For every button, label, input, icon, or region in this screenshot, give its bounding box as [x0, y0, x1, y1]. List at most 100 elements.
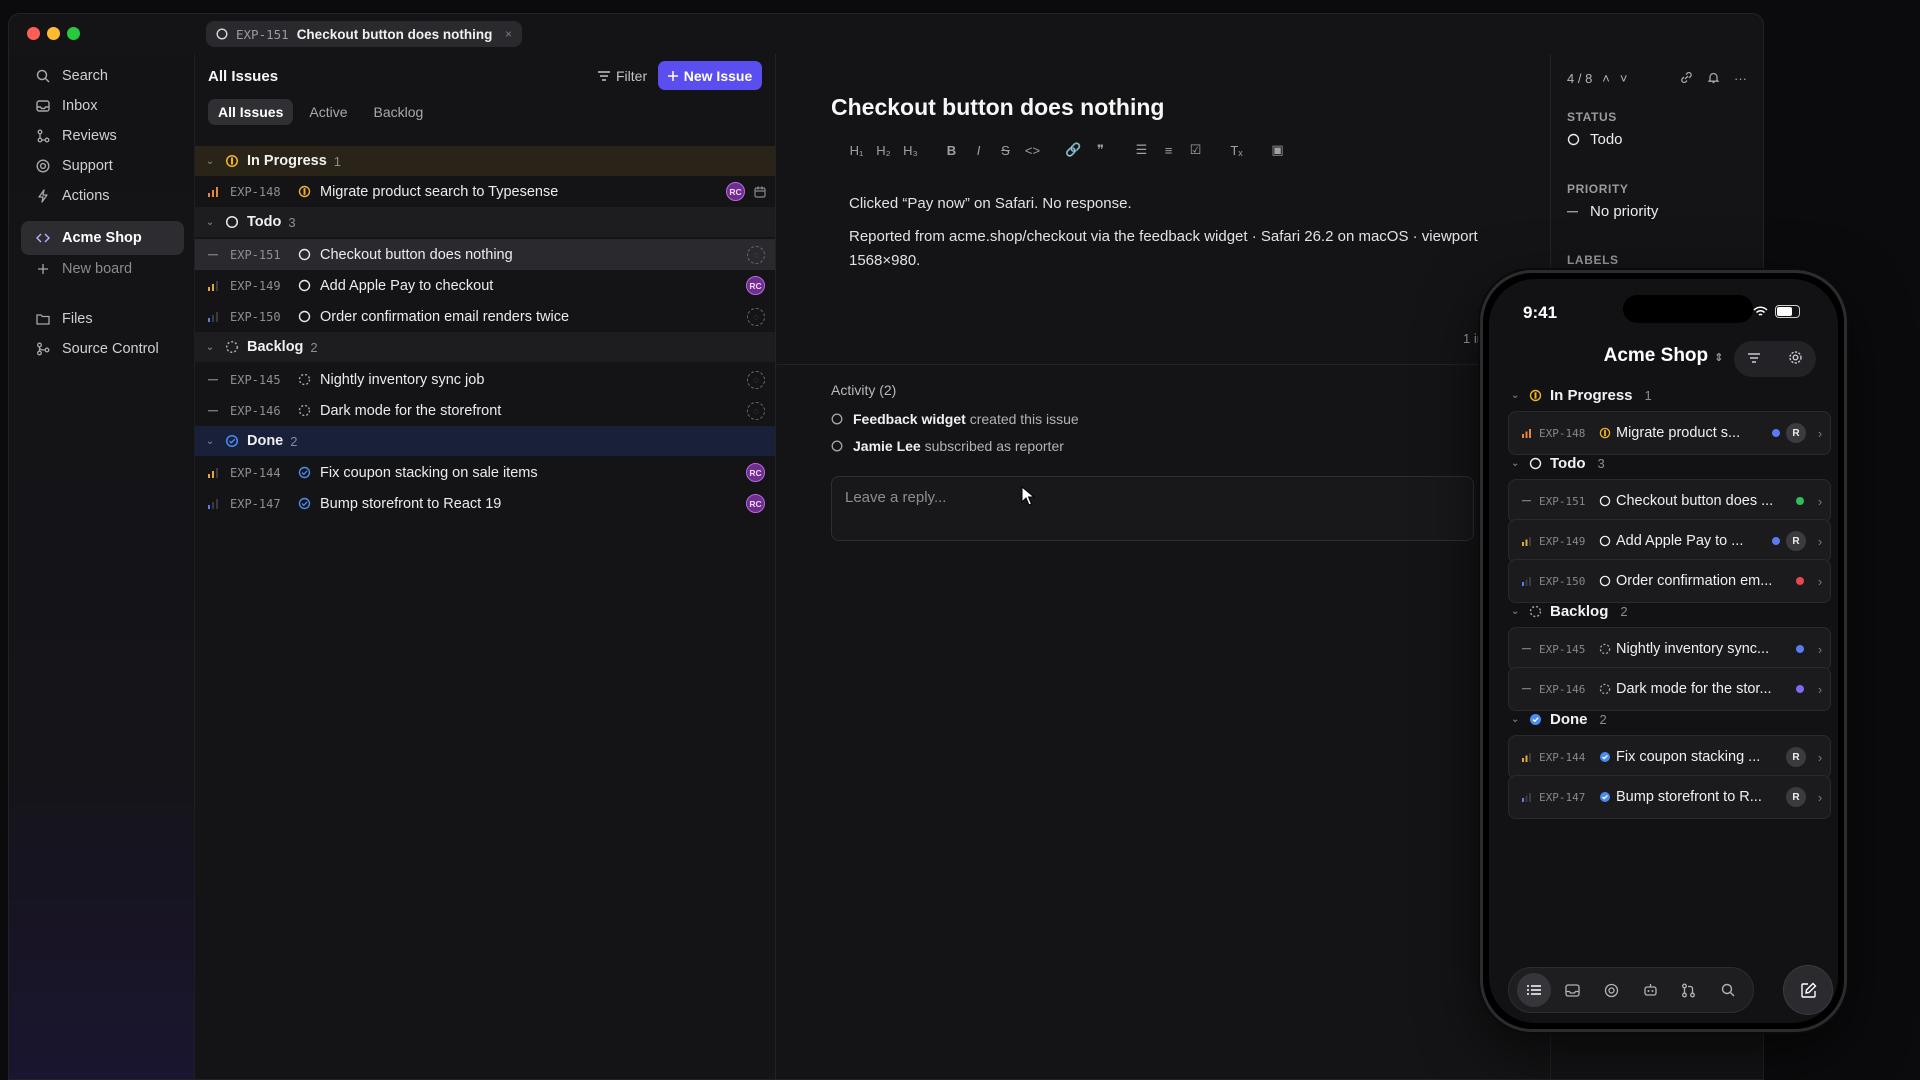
chevron-up-icon[interactable]: ˄ — [1602, 71, 1610, 86]
status-label: STATUS — [1567, 110, 1617, 124]
chevron-down-icon: ⌄ — [1511, 713, 1520, 725]
subtab-backlog[interactable]: Backlog — [364, 99, 434, 125]
done-status-icon — [1599, 791, 1616, 803]
calendar-icon[interactable] — [745, 186, 775, 198]
issue-row[interactable]: EXP-151 Checkout button does nothing ◌ — [195, 239, 775, 270]
priority-medium-icon — [195, 467, 230, 478]
issue-title-heading[interactable]: Checkout button does nothing — [831, 94, 1164, 121]
todo-status-icon — [1599, 575, 1616, 587]
priority-value[interactable]: No priority — [1567, 203, 1658, 220]
phone-group-backlog[interactable]: ⌄ Backlog 2 — [1511, 599, 1628, 623]
git-pull-request-icon[interactable] — [1672, 973, 1706, 1007]
more-icon[interactable]: ··· — [1734, 71, 1747, 87]
backlog-status-icon — [298, 373, 320, 386]
link-icon[interactable] — [1680, 71, 1693, 87]
gear-icon[interactable] — [1788, 350, 1803, 369]
filter-list-icon[interactable] — [1747, 351, 1761, 368]
issue-row[interactable]: EXP-144 Fix coupon stacking on sale item… — [195, 457, 775, 488]
unassigned-avatar-icon[interactable]: ◌ — [747, 370, 765, 389]
group-done[interactable]: ⌄ Done 2 — [195, 426, 775, 456]
phone-issue-row[interactable]: EXP-149 Add Apple Pay to ... R › — [1508, 519, 1831, 563]
issue-description[interactable]: Clicked “Pay now” on Safari. No response… — [849, 192, 1489, 282]
bullet-list-icon[interactable]: ☰ — [1128, 142, 1155, 158]
compose-button[interactable] — [1783, 965, 1833, 1015]
issue-id: EXP-147 — [230, 496, 281, 511]
issue-row[interactable]: EXP-146 Dark mode for the storefront ◌ — [195, 395, 775, 426]
priority-low-icon — [1513, 792, 1539, 802]
status-value[interactable]: Todo — [1567, 131, 1623, 148]
close-window-button[interactable] — [27, 27, 40, 40]
heading2-button[interactable]: H₂ — [870, 143, 897, 158]
sidebar-item-new-board[interactable]: New board — [21, 252, 184, 286]
phone-issue-row[interactable]: EXP-148 Migrate product s... R › — [1508, 411, 1831, 455]
heading3-button[interactable]: H₃ — [897, 143, 924, 158]
filter-button[interactable]: Filter — [598, 68, 647, 84]
issue-row[interactable]: EXP-145 Nightly inventory sync job ◌ — [195, 364, 775, 395]
unassigned-avatar-icon[interactable]: ◌ — [747, 245, 765, 264]
robot-icon[interactable] — [1633, 973, 1667, 1007]
phone-issue-row[interactable]: EXP-147 Bump storefront to R... R › — [1508, 775, 1831, 819]
phone-group-todo[interactable]: ⌄ Todo 3 — [1511, 451, 1605, 475]
code-button[interactable]: <> — [1019, 143, 1046, 158]
link-icon[interactable]: 🔗 — [1060, 142, 1087, 158]
sidebar-item-actions[interactable]: Actions — [21, 179, 184, 213]
clear-format-icon[interactable]: Tₓ — [1223, 143, 1250, 158]
group-count: 1 — [1644, 387, 1652, 403]
issues-list-icon[interactable] — [1517, 973, 1552, 1007]
phone-toolbar — [1734, 341, 1816, 377]
sidebar-item-source-control[interactable]: Source Control — [21, 332, 184, 366]
sidebar-item-label: Inbox — [62, 98, 98, 114]
phone-issue-row[interactable]: EXP-146 Dark mode for the stor... › — [1508, 667, 1831, 711]
group-backlog[interactable]: ⌄ Backlog 2 — [195, 332, 775, 362]
subtab-all-issues[interactable]: All Issues — [208, 99, 294, 125]
sidebar-item-reviews[interactable]: Reviews — [21, 119, 184, 153]
sidebar-item-files[interactable]: Files — [21, 302, 184, 336]
phone-group-done[interactable]: ⌄ Done 2 — [1511, 707, 1607, 731]
issue-list-header: All Issues Filter New Issue All Issues A… — [195, 54, 775, 144]
quote-icon[interactable]: ❞ — [1087, 142, 1114, 158]
issue-row[interactable]: EXP-148 Migrate product search to Typese… — [195, 176, 775, 207]
phone-issue-row[interactable]: EXP-151 Checkout button does ... › — [1508, 479, 1831, 523]
lifebuoy-icon[interactable] — [1595, 973, 1629, 1007]
new-issue-button[interactable]: New Issue — [658, 61, 762, 90]
phone-issue-row[interactable]: EXP-145 Nightly inventory sync... › — [1508, 627, 1831, 671]
sidebar-item-support[interactable]: Support — [21, 149, 184, 183]
heading1-button[interactable]: H₁ — [843, 143, 870, 158]
inbox-icon[interactable] — [1556, 973, 1590, 1007]
todo-status-icon — [298, 248, 320, 261]
issue-title: Add Apple Pay to checkout — [320, 277, 494, 294]
phone-issue-row[interactable]: EXP-144 Fix coupon stacking ... R › — [1508, 735, 1831, 779]
image-icon[interactable]: ▣ — [1264, 142, 1291, 158]
unassigned-avatar-icon[interactable]: ◌ — [747, 401, 765, 420]
group-count: 2 — [1599, 711, 1607, 727]
group-in-progress[interactable]: ⌄ In Progress 1 — [195, 146, 775, 176]
numbered-list-icon[interactable]: ≡ — [1155, 143, 1182, 158]
priority-medium-icon — [1513, 536, 1539, 546]
issue-row[interactable]: EXP-149 Add Apple Pay to checkout RC — [195, 270, 775, 301]
sidebar-item-search[interactable]: Search — [21, 59, 184, 93]
group-todo[interactable]: ⌄ Todo 3 — [195, 207, 775, 237]
chevron-right-icon: › — [1817, 533, 1823, 549]
bell-icon[interactable] — [1707, 71, 1720, 87]
sidebar-item-inbox[interactable]: Inbox — [21, 89, 184, 123]
minimize-window-button[interactable] — [47, 27, 60, 40]
avatar: RC — [746, 463, 765, 482]
unassigned-avatar-icon[interactable]: ◌ — [747, 307, 765, 326]
reply-input[interactable]: Leave a reply... — [831, 476, 1474, 541]
chevron-down-icon[interactable]: ˅ — [1620, 71, 1628, 86]
phone-group-in-progress[interactable]: ⌄ In Progress 1 — [1511, 383, 1652, 407]
checklist-icon[interactable]: ☑ — [1182, 142, 1209, 158]
zoom-window-button[interactable] — [67, 27, 80, 40]
phone-issue-row[interactable]: EXP-150 Order confirmation em... › — [1508, 559, 1831, 603]
issue-row[interactable]: EXP-147 Bump storefront to React 19 RC — [195, 488, 775, 519]
italic-button[interactable]: I — [965, 143, 992, 158]
bold-button[interactable]: B — [938, 143, 965, 158]
status-dot — [1796, 645, 1804, 653]
tab-close-icon[interactable]: × — [505, 27, 512, 41]
strikethrough-button[interactable]: S — [992, 143, 1019, 158]
search-icon[interactable] — [1711, 973, 1745, 1007]
issue-row[interactable]: EXP-150 Order confirmation email renders… — [195, 301, 775, 332]
subtab-active[interactable]: Active — [299, 99, 357, 125]
issue-tab[interactable]: EXP-151 Checkout button does nothing × — [206, 21, 522, 47]
sidebar-item-acme-shop[interactable]: Acme Shop — [21, 221, 184, 255]
